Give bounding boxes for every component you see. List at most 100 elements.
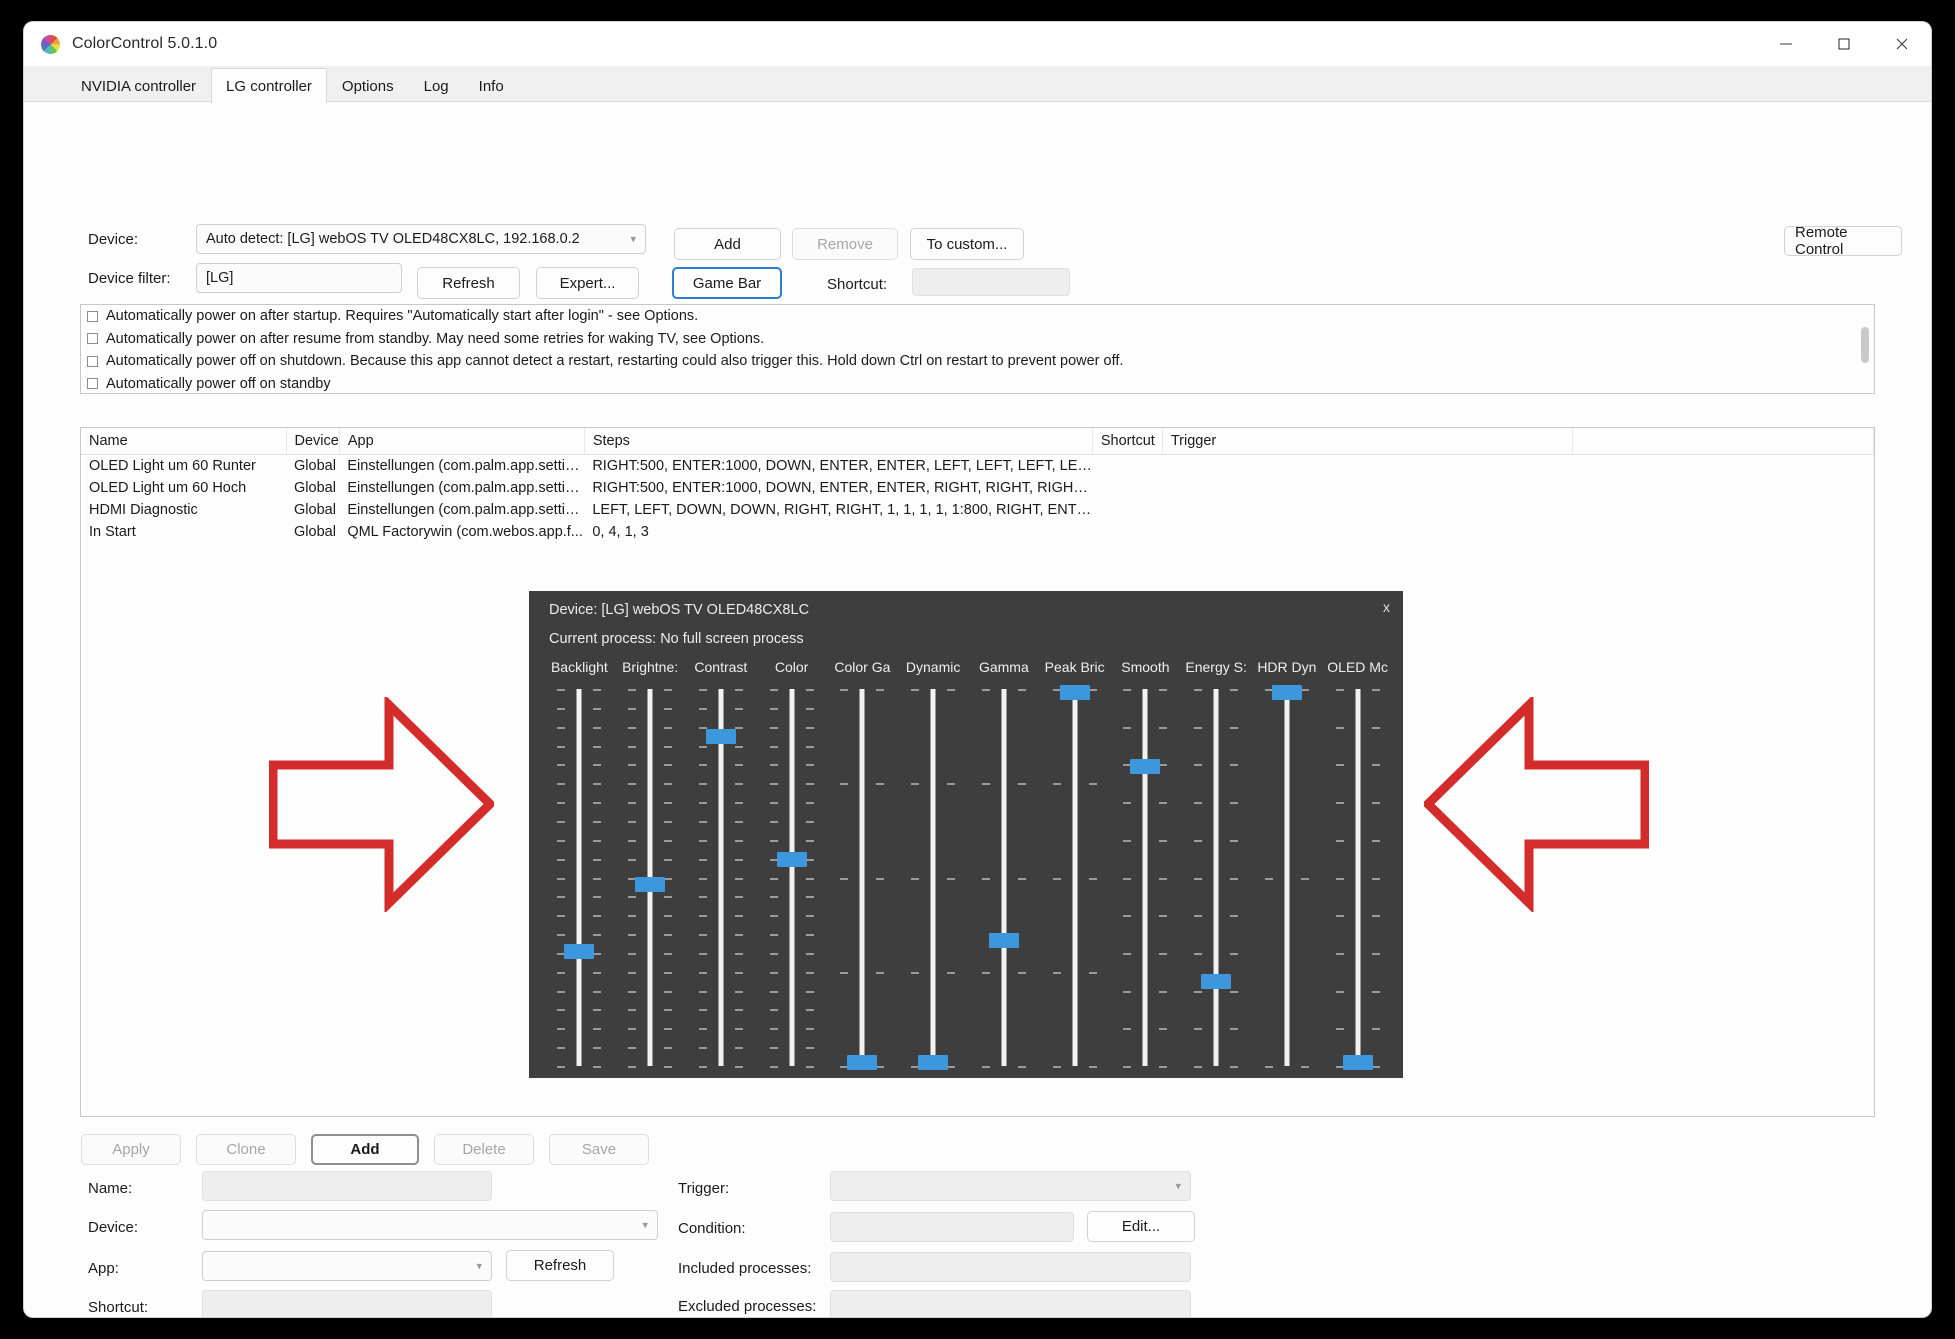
tab-lg-controller[interactable]: LG controller <box>211 68 327 104</box>
condition-edit-button[interactable]: Edit... <box>1087 1211 1195 1242</box>
tab-info[interactable]: Info <box>464 68 519 103</box>
slider-tick <box>557 783 566 786</box>
slider-tick <box>769 877 778 880</box>
slider-tick <box>628 896 637 899</box>
form-trigger-combo[interactable]: ▾ <box>830 1171 1191 1201</box>
tab-log[interactable]: Log <box>409 68 464 103</box>
slider-thumb[interactable] <box>564 944 595 959</box>
remove-device-button[interactable]: Remove <box>792 228 898 260</box>
cell-shortcut <box>1092 477 1162 499</box>
save-button[interactable]: Save <box>549 1134 649 1165</box>
refresh-devices-button[interactable]: Refresh <box>417 267 520 299</box>
slider-thumb[interactable] <box>1271 685 1302 700</box>
form-device-combo[interactable]: ▾ <box>202 1210 658 1240</box>
shortcut-input-top[interactable] <box>912 268 1070 296</box>
tab-options[interactable]: Options <box>327 68 409 103</box>
table-row[interactable]: OLED Light um 60 Runter Global Einstellu… <box>81 455 1874 478</box>
form-excluded-input[interactable] <box>830 1290 1191 1317</box>
column-header-device[interactable]: Device <box>286 428 340 455</box>
form-refresh-button[interactable]: Refresh <box>506 1250 614 1281</box>
arrow-right-icon <box>269 697 494 912</box>
table-row[interactable]: OLED Light um 60 Hoch Global Einstellung… <box>81 477 1874 499</box>
slider-track[interactable] <box>756 685 827 1070</box>
slider-track[interactable] <box>898 685 969 1070</box>
form-included-input[interactable] <box>830 1252 1191 1282</box>
option-row[interactable]: Automatically power on after startup. Re… <box>81 305 1874 328</box>
slider-tick <box>1017 783 1026 786</box>
slider-track[interactable] <box>1039 685 1110 1070</box>
slider-track[interactable] <box>1181 685 1252 1070</box>
option-row[interactable]: Automatically power on after resume from… <box>81 328 1874 351</box>
slider-tick <box>805 971 814 974</box>
add-device-button[interactable]: Add <box>674 228 781 260</box>
option-row[interactable]: Automatically power off on standby <box>81 373 1874 394</box>
form-shortcut-input[interactable] <box>202 1290 492 1317</box>
minimize-icon[interactable] <box>1757 22 1815 66</box>
slider-thumb[interactable] <box>847 1055 878 1070</box>
checkbox-icon[interactable] <box>87 333 98 345</box>
slider-thumb[interactable] <box>1059 685 1090 700</box>
remote-control-button[interactable]: Remote Control <box>1784 224 1902 258</box>
slider-tick <box>1230 839 1239 842</box>
checkbox-icon[interactable] <box>87 355 98 367</box>
device-filter-input[interactable]: [LG] <box>196 263 402 293</box>
slider-tick <box>1335 1028 1344 1031</box>
form-name-input[interactable] <box>202 1171 492 1201</box>
cell-app: QML Factorywin (com.webos.app.f... <box>347 524 583 540</box>
slider-track[interactable] <box>1322 685 1393 1070</box>
slider-tick <box>698 1047 707 1050</box>
slider-thumb[interactable] <box>635 877 666 893</box>
column-header-shortcut[interactable]: Shortcut <box>1092 428 1163 455</box>
cell-steps: LEFT, LEFT, DOWN, DOWN, RIGHT, RIGHT, 1,… <box>592 502 1093 518</box>
slider-thumb[interactable] <box>1342 1055 1373 1070</box>
game-bar-button[interactable]: Game Bar <box>672 267 782 299</box>
column-header-name[interactable]: Name <box>81 428 287 455</box>
clone-button[interactable]: Clone <box>196 1134 296 1165</box>
slider-thumb[interactable] <box>1130 759 1161 774</box>
slider-thumb[interactable] <box>705 729 736 745</box>
slider-thumb[interactable] <box>776 851 807 867</box>
slider-7: Peak Bric <box>1039 659 1110 1070</box>
slider-tick <box>1371 915 1380 918</box>
slider-thumb[interactable] <box>988 932 1019 948</box>
slider-tick <box>593 896 602 899</box>
device-combo[interactable]: Auto detect: [LG] webOS TV OLED48CX8LC, … <box>196 224 646 254</box>
tab-nvidia-controller[interactable]: NVIDIA controller <box>66 68 211 103</box>
slider-track[interactable] <box>1252 685 1323 1070</box>
table-row[interactable]: In Start Global QML Factorywin (com.webo… <box>81 521 1874 543</box>
close-icon[interactable] <box>1873 22 1931 66</box>
slider-track[interactable] <box>1110 685 1181 1070</box>
slider-track[interactable] <box>969 685 1040 1070</box>
slider-tick <box>1194 1066 1203 1068</box>
delete-button[interactable]: Delete <box>434 1134 534 1165</box>
add-preset-button[interactable]: Add <box>311 1134 419 1165</box>
to-custom-button[interactable]: To custom... <box>910 228 1024 260</box>
expert-button[interactable]: Expert... <box>536 267 639 299</box>
slider-track[interactable] <box>686 685 757 1070</box>
slider-track[interactable] <box>827 685 898 1070</box>
slider-tick <box>664 934 673 937</box>
slider-4: Color Ga <box>827 659 898 1070</box>
options-scrollbar[interactable] <box>1861 307 1872 393</box>
slider-track[interactable] <box>544 685 615 1070</box>
option-row[interactable]: Automatically power off on shutdown. Bec… <box>81 350 1874 373</box>
slider-label: HDR Dyn <box>1257 659 1317 675</box>
checkbox-icon[interactable] <box>87 378 98 390</box>
gamebar-process-line: Current process: No full screen process <box>549 631 804 647</box>
slider-tick <box>698 707 707 710</box>
form-app-combo[interactable]: ▾ <box>202 1251 492 1281</box>
slider-thumb[interactable] <box>918 1055 949 1070</box>
form-condition-input[interactable] <box>830 1212 1074 1242</box>
column-header-app[interactable]: App <box>339 428 585 455</box>
slider-tick <box>1123 1066 1132 1068</box>
slider-thumb[interactable] <box>1201 973 1232 989</box>
checkbox-icon[interactable] <box>87 310 98 322</box>
column-header-trigger[interactable]: Trigger <box>1162 428 1573 455</box>
slider-track[interactable] <box>615 685 686 1070</box>
table-row[interactable]: HDMI Diagnostic Global Einstellungen (co… <box>81 499 1874 521</box>
scrollbar-thumb[interactable] <box>1861 327 1869 363</box>
column-header-steps[interactable]: Steps <box>584 428 1093 455</box>
apply-button[interactable]: Apply <box>81 1134 181 1165</box>
close-icon[interactable]: x <box>1383 599 1390 615</box>
maximize-icon[interactable] <box>1815 22 1873 66</box>
